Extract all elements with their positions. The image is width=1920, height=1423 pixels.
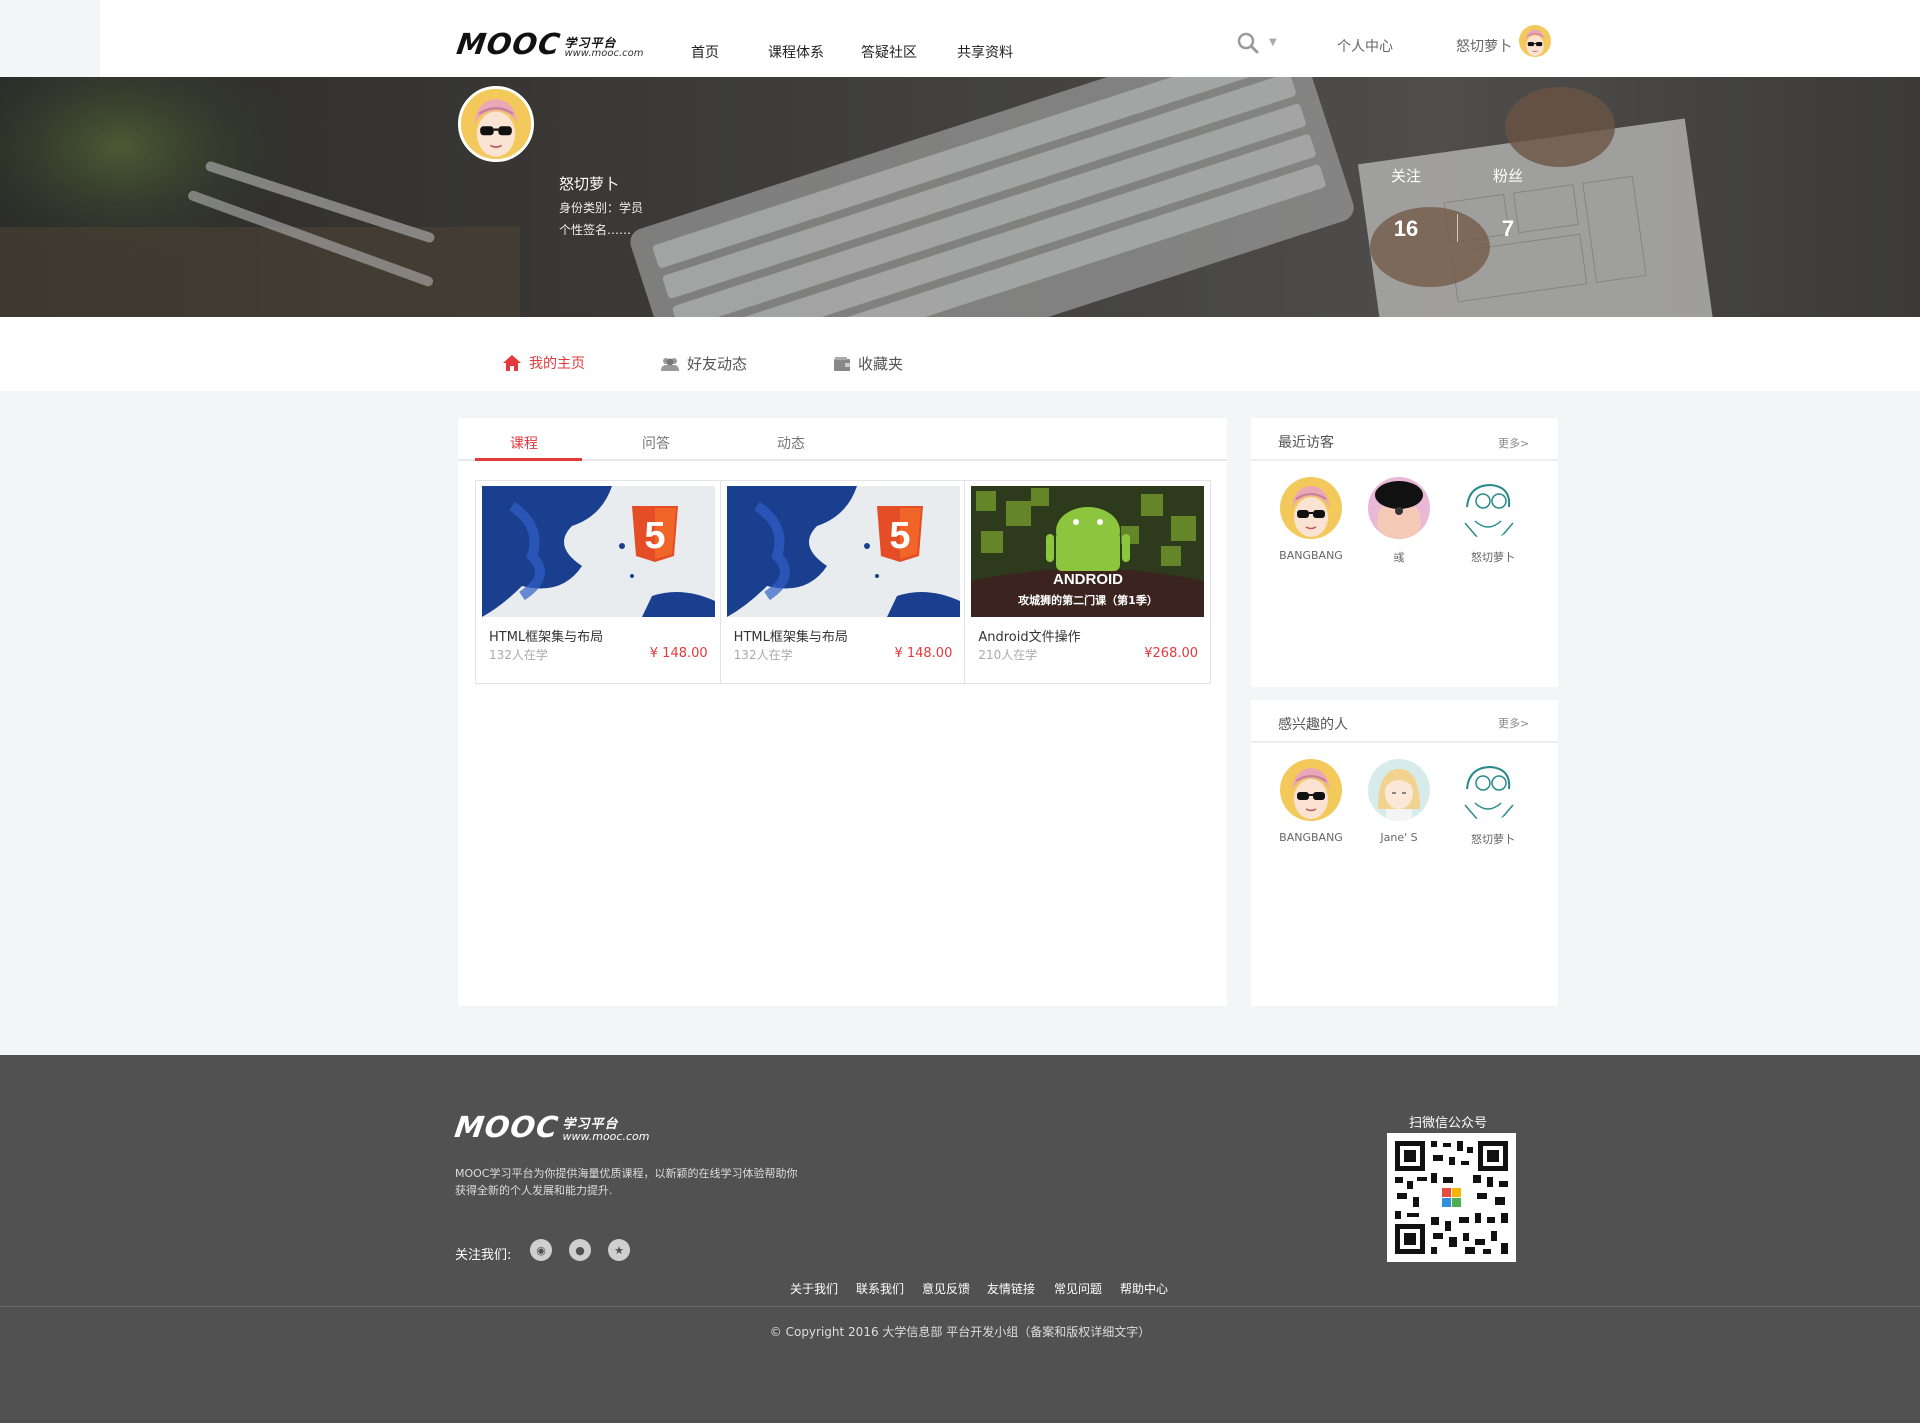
course-title[interactable]: HTML框架集与布局 <box>489 626 603 645</box>
interested-name[interactable]: Jane' S <box>1354 831 1444 844</box>
wallet-icon <box>834 356 850 371</box>
wechat-icon[interactable]: ● <box>569 1239 591 1261</box>
tab-favorites[interactable]: 收藏夹 <box>833 353 903 374</box>
profile-signature: 个性签名…… <box>559 223 632 237</box>
visitor-avatar[interactable] <box>1280 477 1342 539</box>
profile-identity: 身份类别：学员 <box>559 201 644 215</box>
panel-divider <box>1251 741 1558 743</box>
interested-name[interactable]: BANGBANG <box>1266 831 1356 844</box>
interested-title: 感兴趣的人 <box>1278 717 1348 733</box>
stat-divider <box>1457 214 1458 242</box>
tab-friends-feed[interactable]: 好友动态 <box>660 353 747 374</box>
subtab-active-underline <box>475 458 582 461</box>
course-list: 5 HTML框架集与布局 132人在学 ¥ 148.00 5 HTML框架集与布… <box>475 480 1211 684</box>
interested-avatar[interactable] <box>1368 759 1430 821</box>
subtab-courses[interactable]: 课程 <box>510 433 538 453</box>
footer-description-line1: MOOC学习平台为你提供海量优质课程，以新颖的在线学习体验帮助你 <box>455 1167 798 1180</box>
banner-background-image <box>0 77 1920 317</box>
tab-label: 收藏夹 <box>858 355 904 373</box>
html5-course-image: 5 <box>482 486 715 617</box>
nav-courses[interactable]: 课程体系 <box>768 42 824 62</box>
qr-label: 扫微信公众号 <box>1408 1116 1487 1131</box>
footer-divider <box>0 1306 1920 1307</box>
footer-link-feedback[interactable]: 意见反馈 <box>922 1280 970 1297</box>
home-icon <box>503 355 521 371</box>
footer-link-faq[interactable]: 常见问题 <box>1054 1280 1102 1297</box>
subtab-qa[interactable]: 问答 <box>642 433 670 453</box>
recent-visitors-more[interactable]: 更多> <box>1498 435 1529 451</box>
footer-logo: MOOC 学习平台 www.mooc.com <box>452 1110 650 1144</box>
nav-home[interactable]: 首页 <box>691 42 719 62</box>
logo-text: MOOC <box>454 27 563 61</box>
interested-avatar[interactable] <box>1280 759 1342 821</box>
course-title[interactable]: HTML框架集与布局 <box>734 626 848 645</box>
visitor-avatar[interactable] <box>1457 477 1519 539</box>
logo-url: www.mooc.com <box>564 48 644 59</box>
interested-more[interactable]: 更多> <box>1498 715 1529 731</box>
header-username[interactable]: 怒切萝卜 <box>1456 36 1512 56</box>
copyright-text: © Copyright 2016 大学信息部 平台开发小组（备案和版权详细文字） <box>769 1325 1151 1339</box>
footer-logo-url: www.mooc.com <box>562 1130 650 1143</box>
interested-avatar[interactable] <box>1457 759 1519 821</box>
recent-visitors-title: 最近访客 <box>1278 435 1334 451</box>
visitor-avatar[interactable] <box>1368 477 1430 539</box>
course-learners: 132人在学 <box>489 648 548 662</box>
site-footer <box>0 1055 1920 1423</box>
svg-text:5: 5 <box>889 515 910 557</box>
footer-logo-text: MOOC <box>452 1110 561 1144</box>
following-count[interactable]: 16 <box>1376 218 1436 240</box>
search-icon[interactable] <box>1237 32 1259 54</box>
subtab-activity[interactable]: 动态 <box>777 433 805 453</box>
visitor-name[interactable]: 彧 <box>1354 549 1444 565</box>
course-title[interactable]: Android文件操作 <box>978 626 1080 645</box>
course-price: ¥268.00 <box>1144 646 1199 661</box>
course-card[interactable]: ANDROID 攻城狮的第二门课（第1季） Android文件操作 210人在学… <box>965 481 1210 683</box>
qzone-icon[interactable]: ★ <box>608 1239 630 1261</box>
course-price: ¥ 148.00 <box>649 646 708 661</box>
footer-link-contact[interactable]: 联系我们 <box>856 1280 904 1297</box>
site-logo[interactable]: MOOC 学习平台 www.mooc.com <box>454 27 644 61</box>
footer-description-line2: 获得全新的个人发展和能力提升. <box>455 1184 613 1197</box>
personal-center-link[interactable]: 个人中心 <box>1337 36 1393 56</box>
course-card[interactable]: 5 HTML框架集与布局 132人在学 ¥ 148.00 <box>721 481 966 683</box>
visitor-name[interactable]: 怒切萝卜 <box>1448 549 1538 565</box>
followers-label: 粉丝 <box>1492 167 1523 185</box>
profile-avatar[interactable] <box>458 86 534 162</box>
following-label: 关注 <box>1390 167 1421 185</box>
android-caption: 攻城狮的第二门课（第1季） <box>1019 593 1159 607</box>
html5-course-image: 5 <box>726 486 960 617</box>
weibo-icon[interactable]: ◉ <box>530 1239 552 1261</box>
interested-name[interactable]: 怒切萝卜 <box>1448 831 1538 847</box>
panel-divider <box>1251 459 1558 461</box>
tab-my-home[interactable]: 我的主页 <box>502 353 585 373</box>
nav-resources[interactable]: 共享资料 <box>957 42 1013 62</box>
nav-community[interactable]: 答疑社区 <box>861 42 917 62</box>
footer-link-friends[interactable]: 友情链接 <box>987 1280 1035 1297</box>
profile-banner <box>0 77 1920 317</box>
header-avatar[interactable] <box>1519 25 1551 57</box>
footer-link-help[interactable]: 帮助中心 <box>1120 1280 1168 1297</box>
profile-tabbar: 我的主页 好友动态 收藏夹 <box>0 317 1920 391</box>
svg-text:5: 5 <box>644 515 665 557</box>
android-course-image: ANDROID 攻城狮的第二门课（第1季） <box>971 486 1205 617</box>
course-learners: 132人在学 <box>733 648 793 662</box>
profile-name: 怒切萝卜 <box>559 175 620 193</box>
footer-link-about[interactable]: 关于我们 <box>790 1280 838 1297</box>
tab-label: 好友动态 <box>687 355 748 373</box>
header-left-strip <box>0 0 100 77</box>
interested-people-panel <box>1251 700 1558 1006</box>
search-dropdown-icon[interactable]: ▼ <box>1269 37 1277 48</box>
course-price: ¥ 148.00 <box>894 646 953 661</box>
friends-icon <box>661 357 679 371</box>
top-header <box>0 0 1920 77</box>
android-overlay-text: ANDROID <box>1053 571 1123 588</box>
tab-label: 我的主页 <box>529 356 585 372</box>
visitor-name[interactable]: BANGBANG <box>1266 549 1356 562</box>
follow-us-label: 关注我们: <box>455 1248 512 1263</box>
followers-count[interactable]: 7 <box>1478 218 1538 240</box>
course-card[interactable]: 5 HTML框架集与布局 132人在学 ¥ 148.00 <box>476 481 721 683</box>
course-learners: 210人在学 <box>978 648 1038 662</box>
wechat-qr-code <box>1387 1133 1516 1262</box>
